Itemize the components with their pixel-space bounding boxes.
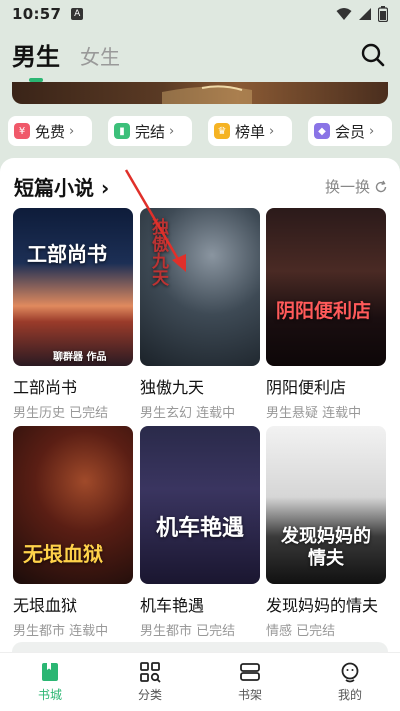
- section-title-label: 短篇小说: [14, 176, 94, 200]
- nav-category-label: 分类: [137, 688, 162, 702]
- book-item[interactable]: 阴阳便利店 阴阳便利店 男生悬疑 连载中: [266, 208, 386, 421]
- book-cover: 发现妈妈的情夫: [266, 426, 386, 584]
- profile-icon: [341, 662, 359, 683]
- chip-ranking[interactable]: ♛ 榜单 ›: [208, 116, 292, 146]
- nav-bookstore-label: 书城: [37, 688, 62, 702]
- book-title: 无垠血狱: [13, 596, 78, 615]
- short-story-section: 短篇小说 › 换一换 工部尚书 聊群器 作品 工部尚书 男生历史 已完结 独傲九…: [0, 158, 400, 653]
- banner-artwork: [162, 85, 252, 104]
- nav-category[interactable]: 分类: [115, 661, 185, 703]
- chevron-right-icon: ›: [369, 123, 375, 139]
- status-time: 10:57: [12, 5, 62, 23]
- crown-icon: ♛: [214, 123, 230, 139]
- nav-profile-label: 我的: [337, 688, 362, 702]
- book-cover: 机车艳遇: [140, 426, 260, 584]
- chevron-right-icon: ›: [169, 123, 175, 139]
- refresh-button[interactable]: 换一换: [325, 176, 388, 197]
- cover-title: 机车艳遇: [155, 516, 244, 541]
- wifi-icon: [336, 8, 352, 20]
- chip-free[interactable]: ¥ 免费 ›: [8, 116, 92, 146]
- book-title: 工部尚书: [13, 378, 78, 397]
- nav-bookshelf[interactable]: 书架: [215, 661, 285, 703]
- chevron-right-icon: ›: [100, 176, 110, 200]
- chevron-right-icon: ›: [69, 123, 75, 139]
- book-meta: 男生都市 已完结: [140, 624, 236, 639]
- category-icon: [140, 662, 161, 683]
- book-title: 发现妈妈的情夫: [266, 596, 379, 615]
- chip-finished[interactable]: ▮ 完结 ›: [108, 116, 192, 146]
- chip-vip-label: 会员: [335, 122, 366, 141]
- book-cover: 无垠血狱: [13, 426, 133, 584]
- nav-profile[interactable]: 我的: [315, 661, 385, 703]
- book-meta: 男生玄幻 连载中: [140, 406, 236, 421]
- book-title: 独傲九天: [140, 378, 205, 397]
- annotation-arrow-icon: [124, 169, 186, 272]
- book-item[interactable]: 发现妈妈的情夫 发现妈妈的情夫 情感 已完结: [266, 426, 386, 639]
- book-title: 阴阳便利店: [266, 378, 347, 397]
- bookshelf-icon: [240, 663, 260, 681]
- book-item[interactable]: 无垠血狱 无垠血狱 男生都市 连载中: [13, 426, 133, 639]
- chevron-right-icon: ›: [269, 123, 275, 139]
- book-cover: 工部尚书 聊群器 作品: [13, 208, 133, 366]
- coin-icon: ¥: [14, 123, 30, 139]
- book-meta: 男生都市 连载中: [13, 624, 109, 639]
- tab-male[interactable]: 男生: [12, 37, 60, 82]
- status-bar: 10:57 A: [0, 0, 400, 28]
- tab-male-label: 男生: [12, 43, 60, 71]
- bottom-navigation: 书城 分类 书架 我的: [0, 652, 400, 711]
- quick-entry-row: ¥ 免费 › ▮ 完结 › ♛ 榜单 › ◆ 会员 ›: [8, 116, 392, 146]
- signal-icon: [359, 8, 371, 20]
- search-icon[interactable]: [360, 42, 386, 68]
- cover-title: 无垠血狱: [23, 542, 103, 566]
- book-meta: 男生历史 已完结: [13, 406, 109, 421]
- chip-free-label: 免费: [35, 122, 66, 141]
- cover-author: 聊群器 作品: [53, 352, 107, 363]
- refresh-label: 换一换: [324, 178, 370, 196]
- book-cover: 阴阳便利店: [266, 208, 386, 366]
- nav-bookstore[interactable]: 书城: [15, 661, 85, 703]
- book-title: 机车艳遇: [140, 596, 205, 615]
- cover-title: 工部尚书: [27, 242, 107, 266]
- notification-icon: A: [71, 8, 84, 20]
- book-item[interactable]: 机车艳遇 机车艳遇 男生都市 已完结: [140, 426, 260, 639]
- top-tab-bar: 男生 女生: [0, 28, 400, 82]
- chip-finished-label: 完结: [135, 122, 166, 141]
- book-meta: 男生悬疑 连载中: [266, 406, 362, 421]
- chip-vip[interactable]: ◆ 会员 ›: [308, 116, 392, 146]
- book-meta: 情感 已完结: [266, 624, 336, 639]
- tab-female[interactable]: 女生: [80, 41, 120, 70]
- vip-icon: ◆: [314, 123, 330, 139]
- cover-title: 发现妈妈的情夫: [281, 526, 371, 569]
- book-item[interactable]: 工部尚书 聊群器 作品 工部尚书 男生历史 已完结: [13, 208, 133, 421]
- battery-icon: [378, 6, 388, 22]
- book-done-icon: ▮: [114, 123, 130, 139]
- nav-bookshelf-label: 书架: [237, 688, 262, 702]
- cover-title: 阴阳便利店: [276, 300, 372, 322]
- promo-banner[interactable]: [12, 82, 388, 104]
- section-title[interactable]: 短篇小说 ›: [14, 172, 109, 201]
- chip-ranking-label: 榜单: [235, 122, 266, 141]
- refresh-icon: [375, 180, 387, 192]
- bookstore-icon: [42, 663, 58, 681]
